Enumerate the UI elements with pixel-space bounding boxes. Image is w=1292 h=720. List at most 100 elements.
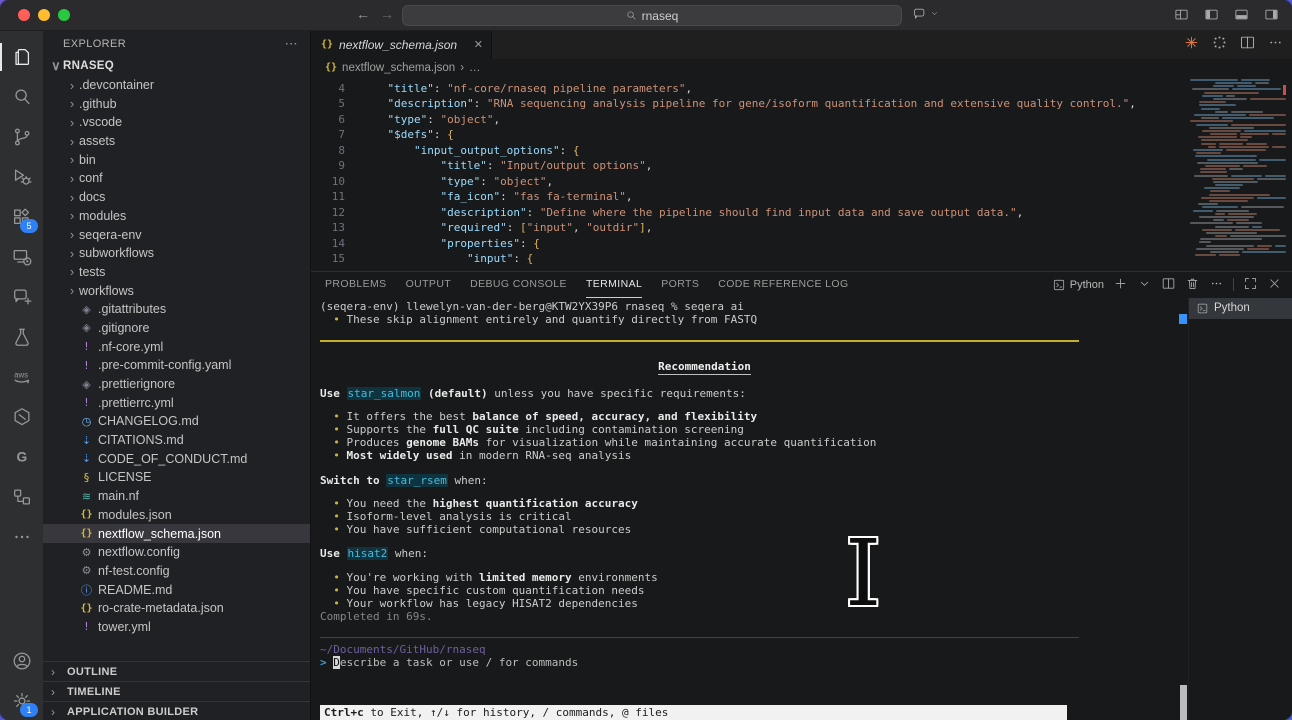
close-window-button[interactable]	[18, 9, 30, 21]
more-actions-icon[interactable]	[1267, 34, 1284, 56]
panel-tab-output[interactable]: OUTPUT	[406, 271, 452, 298]
file-row[interactable]: {}modules.json	[43, 506, 310, 525]
code-editor[interactable]: 4"title": "nf-core/rnaseq pipeline param…	[311, 77, 1292, 271]
zoom-window-button[interactable]	[58, 9, 70, 21]
layout-sidebar-right-icon[interactable]	[1263, 7, 1280, 27]
minimize-window-button[interactable]	[38, 9, 50, 21]
minimap-line	[1186, 155, 1286, 157]
maximize-panel-icon[interactable]	[1243, 276, 1258, 294]
folder-row[interactable]: ›workflows	[43, 281, 310, 300]
file-row[interactable]: ⇣CODE_OF_CONDUCT.md	[43, 449, 310, 468]
global-search-input[interactable]: rnaseq	[402, 5, 902, 26]
layout-panel-icon[interactable]	[1233, 7, 1250, 27]
panel-tab-problems[interactable]: PROBLEMS	[325, 271, 387, 298]
file-row[interactable]: !.pre-commit-config.yaml	[43, 356, 310, 375]
terminal-dropdown-icon[interactable]	[1137, 276, 1152, 294]
folder-row[interactable]: ›conf	[43, 169, 310, 188]
activity-extensions-icon[interactable]: 5	[0, 197, 43, 237]
file-row[interactable]: ≋main.nf	[43, 487, 310, 506]
more-actions-icon[interactable]	[1209, 276, 1224, 294]
activity-aws-icon[interactable]: aws	[0, 357, 43, 397]
chevron-collapsed-icon: ›	[65, 115, 79, 130]
activity-project-manager-icon[interactable]	[0, 477, 43, 517]
activity-explorer-icon[interactable]	[0, 37, 43, 77]
panel-tab-ports[interactable]: PORTS	[661, 271, 699, 298]
chevron-collapsed-icon: ›	[65, 264, 79, 279]
folder-row[interactable]: ›seqera-env	[43, 225, 310, 244]
file-row[interactable]: ⓘREADME.md	[43, 580, 310, 599]
folder-row[interactable]: ›.vscode	[43, 113, 310, 132]
sidebar-section-application-builder[interactable]: ›APPLICATION BUILDER	[43, 701, 310, 720]
folder-row[interactable]: ›.devcontainer	[43, 76, 310, 95]
activity-search-icon[interactable]	[0, 77, 43, 117]
folder-row[interactable]: ›modules	[43, 207, 310, 226]
back-icon[interactable]: ←	[356, 6, 370, 22]
split-editor-icon[interactable]	[1239, 34, 1256, 56]
file-row[interactable]: ◈.gitattributes	[43, 300, 310, 319]
activity-more-views-icon[interactable]	[0, 517, 43, 557]
extension-dots-icon[interactable]	[1211, 34, 1228, 56]
file-row[interactable]: {}nextflow_schema.json	[43, 524, 310, 543]
forward-icon[interactable]: →	[380, 6, 394, 22]
split-terminal-icon[interactable]	[1161, 276, 1176, 294]
file-row[interactable]: !tower.yml	[43, 618, 310, 637]
tab-nextflow-schema[interactable]: {} nextflow_schema.json ✕	[311, 31, 492, 59]
activity-run-debug-icon[interactable]	[0, 157, 43, 197]
terminal-line: Switch to star_rsem when:	[320, 474, 1179, 487]
folder-row[interactable]: ›subworkflows	[43, 244, 310, 263]
activity-remote-explorer-icon[interactable]	[0, 237, 43, 277]
minimap[interactable]	[1186, 79, 1286, 271]
explorer-more-icon[interactable]: ⋯	[285, 36, 298, 52]
terminal-list-item-python[interactable]: Python	[1189, 298, 1292, 319]
terminal[interactable]: (seqera-env) llewelyn-van-der-berg@KTW2Y…	[311, 298, 1179, 720]
sidebar-section-outline[interactable]: ›OUTLINE	[43, 661, 310, 681]
file-row[interactable]: !.nf-core.yml	[43, 337, 310, 356]
folder-row[interactable]: ›bin	[43, 150, 310, 169]
folder-row[interactable]: ›.github	[43, 94, 310, 113]
panel-tab-code-reference-log[interactable]: CODE REFERENCE LOG	[718, 271, 848, 298]
layout-grid-icon[interactable]	[1173, 7, 1190, 27]
sidebar-section-timeline[interactable]: ›TIMELINE	[43, 681, 310, 701]
folder-row[interactable]: ›docs	[43, 188, 310, 207]
kill-terminal-icon[interactable]	[1185, 276, 1200, 294]
file-tree: ∨RNASEQ›.devcontainer›.github›.vscode›as…	[43, 57, 310, 661]
activity-accounts-icon[interactable]	[0, 641, 43, 681]
file-row[interactable]: !.prettierrc.yml	[43, 393, 310, 412]
breadcrumb[interactable]: {} nextflow_schema.json › …	[311, 59, 1292, 77]
close-tab-icon[interactable]: ✕	[474, 38, 483, 51]
activity-testing-icon[interactable]	[0, 317, 43, 357]
file-row[interactable]: {}ro-crate-metadata.json	[43, 599, 310, 618]
folder-row[interactable]: ›tests	[43, 263, 310, 282]
code-line: 11"fa_icon": "fas fa-terminal",	[311, 189, 1292, 205]
new-terminal-icon[interactable]	[1113, 276, 1128, 294]
run-task-icon[interactable]	[1183, 34, 1200, 56]
file-row[interactable]: ◈.gitignore	[43, 319, 310, 338]
file-row[interactable]: ◈.prettierignore	[43, 375, 310, 394]
chat-menu-button[interactable]	[912, 6, 939, 21]
activity-settings-icon[interactable]: 1	[0, 681, 43, 720]
activity-source-control-icon[interactable]	[0, 117, 43, 157]
activity-hexagon-extension-icon[interactable]	[0, 397, 43, 437]
minimap-line	[1186, 149, 1286, 151]
close-panel-icon[interactable]	[1267, 276, 1282, 294]
terminal-scrollbar[interactable]	[1179, 298, 1188, 720]
activity-live-share-icon[interactable]	[0, 277, 43, 317]
minimap-line	[1186, 117, 1286, 119]
panel-tab-debug-console[interactable]: DEBUG CONSOLE	[470, 271, 567, 298]
scrollbar-thumb[interactable]	[1180, 685, 1187, 720]
layout-sidebar-left-icon[interactable]	[1203, 7, 1220, 27]
file-row[interactable]: §LICENSE	[43, 468, 310, 487]
file-row[interactable]: ⇣CITATIONS.md	[43, 431, 310, 450]
file-row[interactable]: ⚙nf-test.config	[43, 562, 310, 581]
shell-selector[interactable]: Python	[1052, 278, 1104, 292]
file-row[interactable]: ⚙nextflow.config	[43, 543, 310, 562]
terminal-list: Python	[1188, 298, 1292, 720]
file-row[interactable]: ◷CHANGELOG.md	[43, 412, 310, 431]
panel-tab-terminal[interactable]: TERMINAL	[586, 271, 642, 298]
breadcrumb-separator: ›	[460, 62, 464, 74]
item-label: modules.json	[98, 508, 172, 522]
tree-root[interactable]: ∨RNASEQ	[43, 57, 310, 76]
minimap-line	[1186, 101, 1286, 103]
activity-gitlens-icon[interactable]: G	[0, 437, 43, 477]
folder-row[interactable]: ›assets	[43, 132, 310, 151]
